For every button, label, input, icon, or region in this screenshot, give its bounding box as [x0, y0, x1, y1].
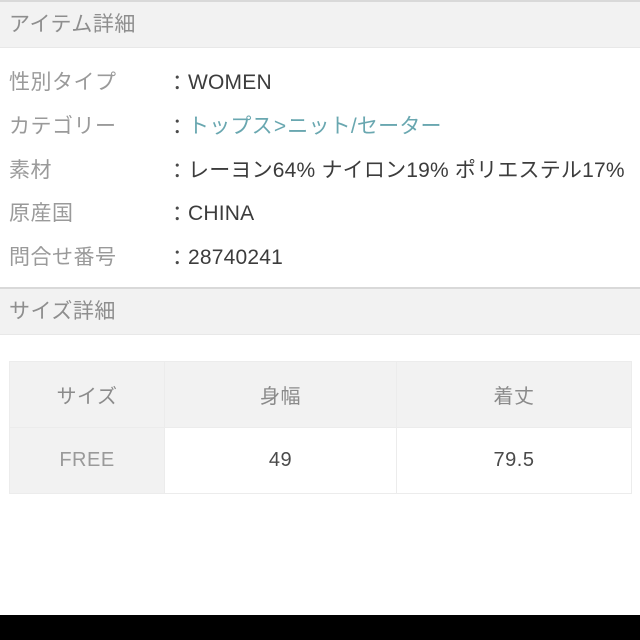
spec-colon-inquiry-number: ：	[172, 246, 193, 270]
spec-label-inquiry-number: 問合せ番号	[9, 246, 117, 270]
size-table-header-length: 着丈	[396, 361, 632, 429]
spec-label-category: カテゴリー	[9, 114, 117, 138]
item-details-spec-list: 性別タイプ ： WOMEN カテゴリー ： トップス>ニット/セーター 素材 ：…	[0, 48, 640, 287]
category-parent-link[interactable]: トップス	[188, 115, 273, 138]
table-header-row: サイズ 身幅 着丈	[9, 361, 632, 429]
size-table-header-width: 身幅	[164, 361, 397, 429]
spec-colon-country-of-origin: ：	[172, 202, 193, 226]
spec-colon-category: ：	[172, 114, 193, 138]
size-table-head: サイズ 身幅 着丈	[9, 361, 632, 429]
size-table-cell-width: 49	[164, 427, 397, 495]
spec-colon-material: ：	[172, 158, 193, 182]
item-details-section-title: アイテム詳細	[9, 13, 136, 36]
category-child-link[interactable]: ニット/セーター	[287, 115, 441, 138]
spec-value-gender-type: WOMEN	[188, 71, 272, 94]
size-table-container: サイズ 身幅 着丈 FREE 49 79.5	[0, 335, 640, 495]
spec-label-material: 素材	[9, 158, 52, 182]
size-table-cell-size: FREE	[9, 427, 165, 495]
spec-row-material: 素材 ： レーヨン64% ナイロン19% ポリエステル17%	[0, 156, 640, 186]
spec-label-gender-type: 性別タイプ	[9, 71, 117, 94]
item-details-section-header: アイテム詳細	[0, 0, 640, 48]
size-table-body: FREE 49 79.5	[9, 427, 632, 495]
spec-row-category: カテゴリー ： トップス>ニット/セーター	[0, 112, 640, 142]
size-table-cell-length: 79.5	[396, 427, 632, 495]
spec-value-category: トップス>ニット/セーター	[188, 112, 632, 142]
spec-row-gender-type: 性別タイプ ： WOMEN	[0, 68, 640, 98]
spec-colon-gender-type: ：	[172, 71, 193, 94]
spec-row-inquiry-number: 問合せ番号 ： 28740241	[0, 243, 640, 273]
spec-row-country-of-origin: 原産国 ： CHINA	[0, 199, 640, 229]
bottom-letterbox-bar	[0, 615, 640, 640]
table-row: FREE 49 79.5	[9, 427, 632, 495]
spec-value-material: レーヨン64% ナイロン19% ポリエステル17%	[188, 158, 625, 182]
spec-value-country-of-origin: CHINA	[188, 202, 255, 226]
size-table: サイズ 身幅 着丈 FREE 49 79.5	[9, 361, 632, 495]
size-table-header-size: サイズ	[9, 361, 165, 429]
spec-value-inquiry-number: 28740241	[188, 246, 284, 270]
item-detail-page: アイテム詳細 性別タイプ ： WOMEN カテゴリー ： トップス>ニット/セー…	[0, 0, 640, 640]
category-separator-icon: >	[273, 114, 287, 138]
size-details-section-title: サイズ詳細	[9, 300, 116, 324]
spec-label-country-of-origin: 原産国	[9, 202, 74, 226]
size-details-section-header: サイズ詳細	[0, 287, 640, 336]
